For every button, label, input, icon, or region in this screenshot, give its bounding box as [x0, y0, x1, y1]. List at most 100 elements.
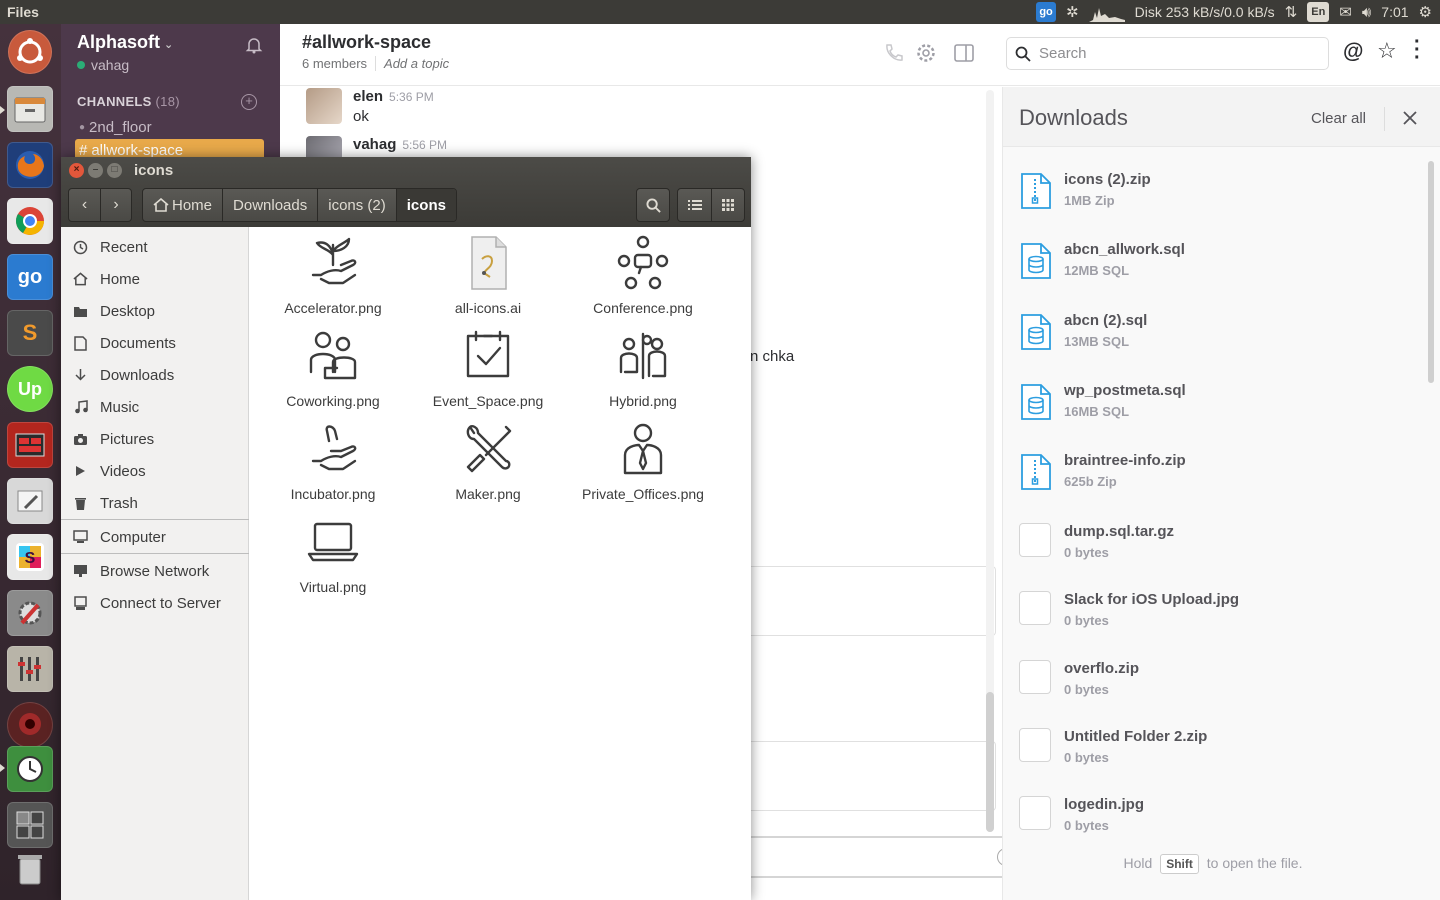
maximize-window-button[interactable]: □	[107, 163, 122, 178]
file-item[interactable]: Coworking.png	[258, 320, 408, 410]
download-item[interactable]: abcn (2).sql 13MB SQL	[1019, 312, 1419, 372]
channel-2nd-floor[interactable]: ● 2nd_floor	[75, 116, 152, 138]
download-item[interactable]: Slack for iOS Upload.jpg 0 bytes	[1019, 591, 1419, 651]
download-item[interactable]: overflo.zip 0 bytes	[1019, 660, 1419, 720]
window-titlebar[interactable]: × – □ icons ‹ › Home Downloads icons (2)…	[61, 157, 751, 227]
system-load-graph-icon[interactable]	[1088, 2, 1125, 22]
toggle-sidebar-icon[interactable]	[953, 42, 975, 64]
bell-icon[interactable]	[245, 36, 263, 54]
download-item[interactable]: abcn_allwork.sql 12MB SQL	[1019, 241, 1419, 301]
trash-launcher-icon[interactable]	[7, 846, 53, 892]
grid-view-button[interactable]	[711, 189, 744, 221]
breadcrumb-downloads[interactable]: Downloads	[223, 189, 319, 221]
back-button[interactable]: ‹	[69, 189, 100, 221]
download-item[interactable]: braintree-info.zip 625b Zip	[1019, 452, 1419, 512]
attachment-card[interactable]	[750, 566, 996, 636]
system-tools-icon[interactable]	[7, 478, 53, 524]
download-item[interactable]: Untitled Folder 2.zip 0 bytes	[1019, 728, 1419, 788]
download-name[interactable]: braintree-info.zip	[1064, 452, 1186, 469]
download-name[interactable]: logedin.jpg	[1064, 796, 1144, 813]
file-item[interactable]: Incubator.png	[258, 413, 408, 503]
download-name[interactable]: abcn_allwork.sql	[1064, 241, 1185, 258]
download-name[interactable]: icons (2).zip	[1064, 171, 1151, 188]
download-item[interactable]: dump.sql.tar.gz 0 bytes	[1019, 523, 1419, 583]
add-channel-icon[interactable]: +	[241, 94, 257, 110]
place-desktop[interactable]: Desktop	[61, 295, 249, 327]
keyboard-layout[interactable]: En	[1307, 2, 1330, 22]
search-box[interactable]	[1006, 37, 1329, 70]
messages-scrollbar[interactable]	[986, 90, 994, 832]
add-topic-link[interactable]: Add a topic	[375, 56, 449, 71]
file-item[interactable]: all-icons.ai	[413, 227, 563, 317]
more-options-icon[interactable]: · · ·	[1414, 32, 1421, 68]
go-icon[interactable]: go	[7, 254, 53, 300]
channel-title[interactable]: #allwork-space	[302, 32, 431, 53]
webcam-icon[interactable]	[7, 702, 53, 748]
breadcrumb-icons[interactable]: icons	[396, 189, 456, 221]
mixer-icon[interactable]	[7, 646, 53, 692]
download-name[interactable]: Untitled Folder 2.zip	[1064, 728, 1207, 745]
breadcrumb-home[interactable]: Home	[143, 189, 224, 221]
download-name[interactable]: overflo.zip	[1064, 660, 1139, 677]
download-item[interactable]: logedin.jpg 0 bytes	[1019, 796, 1419, 856]
download-item[interactable]: icons (2).zip 1MB Zip	[1019, 171, 1419, 231]
search-input[interactable]	[1039, 45, 1299, 62]
file-item[interactable]: Maker.png	[413, 413, 563, 503]
list-view-button[interactable]	[678, 189, 711, 221]
mentions-icon[interactable]: @	[1343, 40, 1363, 64]
place-connect-to-server[interactable]: Connect to Server	[61, 587, 249, 619]
firefox-icon[interactable]	[7, 142, 53, 188]
close-icon[interactable]	[1401, 109, 1419, 127]
place-documents[interactable]: Documents	[61, 327, 249, 359]
volume-icon[interactable]: 🔊︎	[1362, 4, 1371, 21]
dash-icon[interactable]	[8, 30, 52, 74]
download-item[interactable]: wp_postmeta.sql 16MB SQL	[1019, 382, 1419, 442]
channels-heading[interactable]: CHANNELS (18)	[77, 94, 180, 109]
clear-all-button[interactable]: Clear all	[1311, 110, 1366, 127]
attachment-card[interactable]	[750, 741, 996, 811]
gear-indicator-icon[interactable]: ✲	[1066, 3, 1079, 21]
sublime-icon[interactable]: S	[7, 310, 53, 356]
close-window-button[interactable]: ×	[69, 163, 84, 178]
chrome-icon[interactable]	[7, 198, 53, 244]
message-time[interactable]: 5:36 PM	[389, 90, 434, 104]
phone-icon[interactable]	[882, 42, 904, 64]
file-item[interactable]: Event_Space.png	[413, 320, 563, 410]
download-name[interactable]: abcn (2).sql	[1064, 312, 1147, 329]
workspace-icon[interactable]	[7, 422, 53, 468]
place-trash[interactable]: Trash	[61, 487, 249, 519]
clock-app-icon[interactable]	[7, 746, 53, 792]
download-name[interactable]: wp_postmeta.sql	[1064, 382, 1186, 399]
slack-icon[interactable]: S	[7, 534, 53, 580]
file-item[interactable]: Accelerator.png	[258, 227, 408, 317]
indicator-go-icon[interactable]: go	[1036, 2, 1057, 22]
minimize-window-button[interactable]: –	[88, 163, 103, 178]
place-computer[interactable]: Computer	[61, 521, 249, 553]
team-menu[interactable]: Alphasoft ⌄	[77, 32, 173, 53]
message-author[interactable]: elen 5:36 PM	[353, 88, 434, 105]
place-browse-network[interactable]: Browse Network	[61, 555, 249, 587]
download-name[interactable]: Slack for iOS Upload.jpg	[1064, 591, 1239, 608]
file-item[interactable]: Hybrid.png	[568, 320, 718, 410]
mail-icon[interactable]: ✉	[1339, 3, 1352, 21]
download-name[interactable]: dump.sql.tar.gz	[1064, 523, 1174, 540]
clock[interactable]: 7:01	[1381, 4, 1408, 20]
settings-icon[interactable]	[7, 590, 53, 636]
members-count[interactable]: 6 members	[302, 56, 367, 71]
place-downloads[interactable]: Downloads	[61, 359, 249, 391]
breadcrumb-icons-2[interactable]: icons (2)	[318, 189, 397, 221]
session-gear-icon[interactable]: ⚙	[1419, 3, 1432, 21]
star-icon[interactable]: ☆	[1377, 38, 1397, 64]
message-author[interactable]: vahag 5:56 PM	[353, 136, 447, 153]
message-time[interactable]: 5:56 PM	[402, 138, 447, 152]
search-button[interactable]	[636, 188, 670, 222]
place-pictures[interactable]: Pictures	[61, 423, 249, 455]
place-music[interactable]: Music	[61, 391, 249, 423]
disk-status[interactable]: Disk 253 kB/s/0.0 kB/s	[1135, 4, 1275, 20]
channel-settings-gear-icon[interactable]	[915, 42, 937, 64]
file-item[interactable]: Private_Offices.png	[568, 413, 718, 503]
downloads-scrollbar[interactable]	[1428, 161, 1434, 383]
file-item[interactable]: Virtual.png	[258, 506, 408, 596]
current-user[interactable]: vahag	[77, 57, 129, 73]
network-updown-icon[interactable]: ⇅	[1285, 3, 1298, 21]
